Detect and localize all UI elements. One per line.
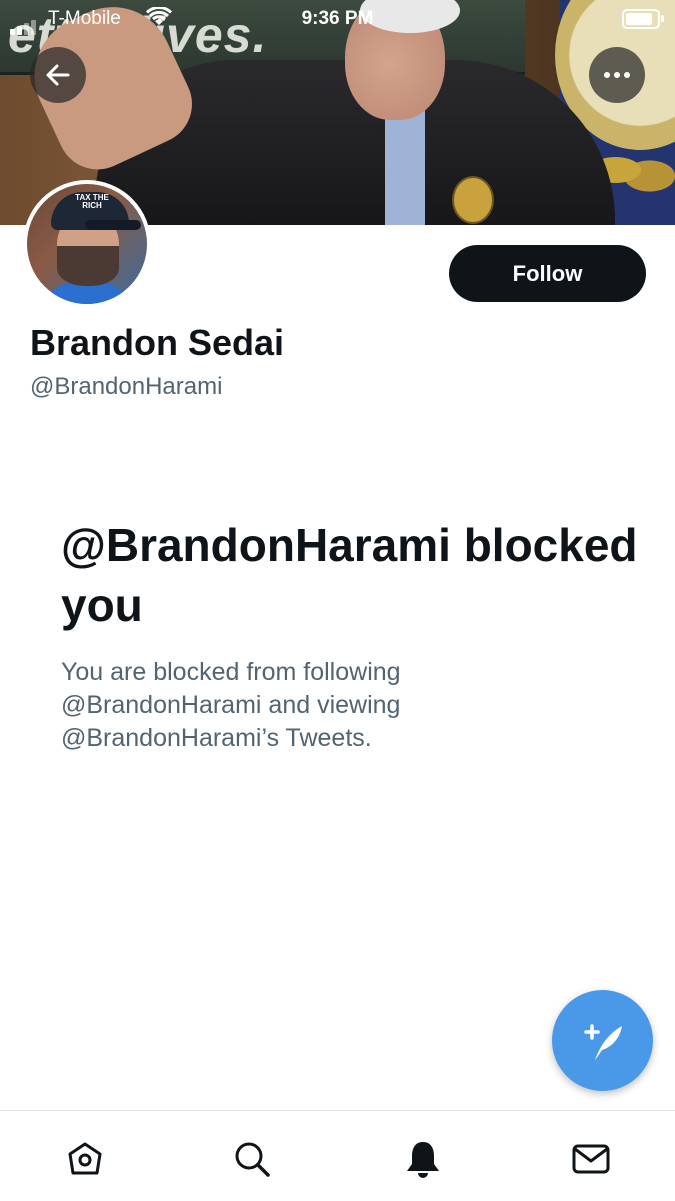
banner-union-badge bbox=[452, 176, 494, 224]
compose-tweet-icon bbox=[583, 1023, 622, 1060]
ellipsis-icon bbox=[604, 72, 630, 78]
avatar-cap-text: TAX THE RICH bbox=[75, 193, 109, 210]
tab-home[interactable] bbox=[55, 1129, 115, 1189]
compose-tweet-button[interactable] bbox=[552, 990, 653, 1091]
tab-messages[interactable] bbox=[561, 1129, 621, 1189]
bell-icon bbox=[407, 1142, 439, 1178]
follow-button[interactable]: Follow bbox=[449, 245, 646, 302]
avatar-cap-brim bbox=[85, 220, 141, 230]
arrow-left-icon bbox=[46, 64, 70, 86]
tab-notifications[interactable] bbox=[393, 1129, 453, 1189]
blocked-title: @BrandonHarami blocked you bbox=[61, 519, 638, 631]
avatar-beard bbox=[57, 246, 119, 286]
bottom-tab-bar bbox=[0, 1110, 675, 1201]
back-button[interactable] bbox=[30, 47, 86, 103]
status-bar: T-Mobile 9:36 PM bbox=[0, 0, 675, 38]
avatar[interactable]: TAX THE RICH bbox=[23, 180, 151, 308]
battery-fill bbox=[626, 13, 652, 25]
home-icon bbox=[68, 1142, 102, 1175]
profile-name: Brandon Sedai bbox=[30, 322, 285, 363]
battery-icon bbox=[622, 9, 664, 29]
blocked-description: You are blocked from following @BrandonH… bbox=[61, 658, 401, 752]
more-options-button[interactable] bbox=[589, 47, 645, 103]
tab-search[interactable] bbox=[222, 1129, 282, 1189]
search-icon bbox=[235, 1142, 270, 1177]
clock: 9:36 PM bbox=[301, 8, 374, 29]
mail-icon bbox=[572, 1144, 610, 1174]
profile-handle: @BrandonHarami bbox=[30, 373, 223, 400]
